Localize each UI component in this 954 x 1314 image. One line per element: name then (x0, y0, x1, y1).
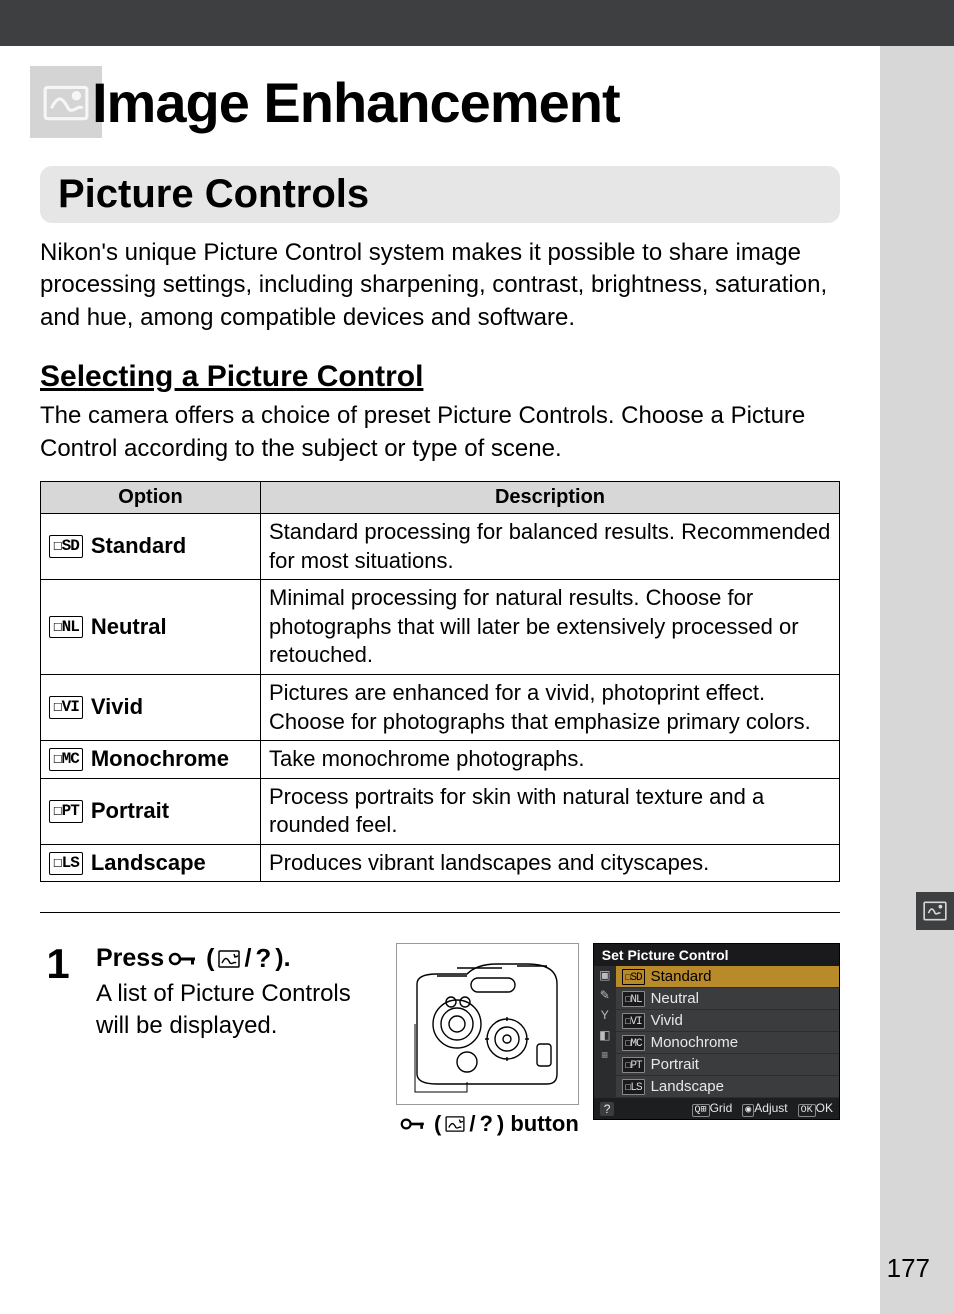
picture-control-code-icon: ☐LS (49, 852, 83, 875)
option-name: Monochrome (91, 745, 229, 774)
picture-control-code-icon: ☐PT (622, 1057, 645, 1073)
wrench-icon: Y (601, 1008, 609, 1022)
step-body: A list of Picture Controls will be displ… (96, 978, 376, 1040)
lcd-list-item: ☐PT Portrait (616, 1054, 839, 1076)
option-description: Process portraits for skin with natural … (261, 778, 840, 844)
chapter-header: Image Enhancement (30, 66, 840, 138)
chapter-title: Image Enhancement (92, 70, 620, 135)
picture-control-code-icon: ☐MC (622, 1035, 645, 1051)
lcd-side-icons: ▣ ✎ Y ◧ ≡ (594, 966, 616, 1098)
lcd-item-label: Portrait (651, 1056, 699, 1073)
option-description: Minimal processing for natural results. … (261, 580, 840, 675)
page: 177 Image Enhancement Picture Controls N… (0, 0, 954, 1314)
lcd-list-item: ☐VI Vivid (616, 1010, 839, 1032)
picture-control-code-icon: ☐PT (49, 800, 83, 823)
lcd-foot-ok: OK (816, 1101, 833, 1115)
option-description: Produces vibrant landscapes and cityscap… (261, 844, 840, 882)
picture-control-code-icon: ☐NL (622, 991, 645, 1007)
step-head-slash: / (244, 944, 251, 973)
option-name: Vivid (91, 693, 143, 722)
option-name: Landscape (91, 849, 206, 878)
table-header-option: Option (41, 481, 261, 513)
table-row: ☐PT Portrait Process portraits for skin wi… (41, 778, 840, 844)
step-head-suffix: ). (275, 944, 290, 973)
protect-key-icon (400, 1115, 430, 1133)
subsection-intro: The camera offers a choice of preset Pic… (40, 400, 840, 465)
step-1: 1 Press ( (40, 943, 840, 1137)
table-row: ☐MC Monochrome Take monochrome photographs… (41, 741, 840, 779)
pencil-icon: ✎ (600, 988, 610, 1002)
table-header-description: Description (261, 481, 840, 513)
step-heading: Press ( (96, 943, 376, 974)
step-head-paren-open: ( (206, 944, 214, 973)
lcd-list-item: ☐SD Standard (616, 966, 839, 988)
dpad-icon: ◉ (742, 1104, 754, 1117)
picture-control-code-icon: ☐MC (49, 748, 83, 771)
lcd-foot-grid: Grid (710, 1101, 733, 1115)
lcd-foot-adjust: Adjust (754, 1101, 787, 1115)
lcd-list-item: ☐MC Monochrome (616, 1032, 839, 1054)
top-bar (0, 0, 954, 46)
option-description: Standard processing for balanced results… (261, 513, 840, 579)
option-name: Neutral (91, 613, 167, 642)
intro-paragraph: Nikon's unique Picture Control system ma… (40, 237, 840, 334)
retouch-icon: ◧ (599, 1028, 610, 1042)
picture-icon (218, 950, 240, 968)
picture-control-code-icon: ☐NL (49, 616, 83, 639)
content-area: Image Enhancement Picture Controls Nikon… (0, 46, 880, 1314)
table-row: ☐VI Vivid Pictures are enhanced for a vivi… (41, 674, 840, 740)
lcd-preview: Set Picture Control ▣ ✎ Y ◧ ≡ ☐SD Standar… (593, 943, 840, 1137)
figure-caption: ( / ? ) button (400, 1111, 579, 1137)
lcd-item-label: Neutral (651, 990, 699, 1007)
zoom-icon: Q⊞ (692, 1104, 710, 1117)
picture-control-code-icon: ☐VI (49, 696, 83, 719)
step-head-prefix: Press (96, 944, 164, 973)
table-row: ☐SD Standard Standard processing for balan… (41, 513, 840, 579)
table-row: ☐LS Landscape Produces vibrant landscapes … (41, 844, 840, 882)
protect-key-icon (168, 949, 202, 969)
picture-control-code-icon: ☐VI (622, 1013, 645, 1029)
ok-icon: OK (798, 1104, 816, 1117)
lcd-footer: ? Q⊞Grid ◉Adjust OKOK (594, 1098, 839, 1119)
lcd-item-label: Vivid (651, 1012, 683, 1029)
picture-icon (445, 1116, 465, 1132)
picture-control-code-icon: ☐LS (622, 1079, 645, 1095)
lcd-item-label: Landscape (651, 1078, 724, 1095)
table-row: ☐NL Neutral Minimal processing for natural… (41, 580, 840, 675)
help-icon: ? (479, 1111, 492, 1137)
lcd-item-label: Standard (651, 968, 712, 985)
picture-control-code-icon: ☐SD (622, 969, 645, 985)
lcd-item-label: Monochrome (651, 1034, 739, 1051)
step-number: 1 (40, 943, 76, 985)
help-icon: ? (600, 1102, 615, 1116)
section-heading: Picture Controls (58, 172, 822, 217)
page-number: 177 (887, 1253, 930, 1284)
menu-icon: ≡ (601, 1048, 608, 1062)
option-name: Standard (91, 532, 186, 561)
lcd-list-item: ☐NL Neutral (616, 988, 839, 1010)
option-name: Portrait (91, 797, 169, 826)
section-heading-box: Picture Controls (40, 166, 840, 223)
lcd-list-item: ☐LS Landscape (616, 1076, 839, 1098)
camera-illustration (396, 943, 579, 1105)
camera-mode-icon: ▣ (599, 968, 610, 982)
separator (40, 912, 840, 913)
picture-control-code-icon: ☐SD (49, 535, 83, 558)
subsection-heading: Selecting a Picture Control (40, 360, 840, 394)
section-tab-icon (916, 892, 954, 930)
caption-suffix: ) button (497, 1111, 579, 1137)
help-icon: ? (255, 943, 271, 974)
option-description: Take monochrome photographs. (261, 741, 840, 779)
picture-control-table: Option Description ☐SD Standard Standard p… (40, 481, 840, 883)
side-strip: 177 (880, 46, 954, 1314)
lcd-title: Set Picture Control (594, 944, 839, 966)
option-description: Pictures are enhanced for a vivid, photo… (261, 674, 840, 740)
